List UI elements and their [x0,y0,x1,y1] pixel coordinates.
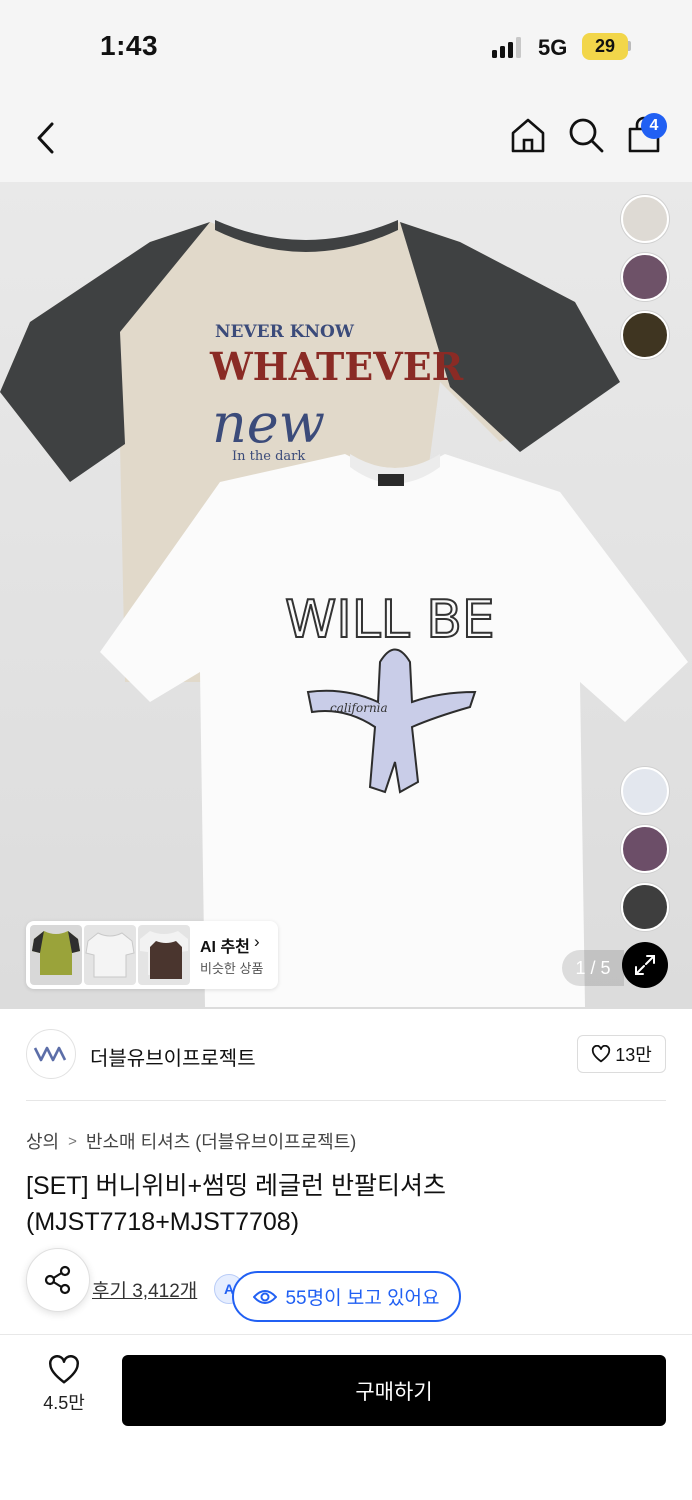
svg-text:california: california [330,701,388,715]
eye-icon [253,1289,278,1304]
svg-text:In the dark: In the dark [232,449,305,464]
home-icon[interactable] [508,115,548,155]
brand-row[interactable]: 더블유브이프로젝트 13만 [0,1009,692,1101]
ai-recommend-card[interactable]: AI 추천 › 비슷한 상품 [26,921,278,989]
svg-text:new: new [212,392,325,455]
reviews-link[interactable]: 후기 3,412개 [92,1276,197,1303]
product-title: [SET] 버니위비+썸띵 레글런 반팔티셔츠 (MJST7718+MJST77… [26,1172,446,1236]
cart-count-badge: 4 [641,113,667,139]
back-arrow-icon[interactable] [30,118,62,158]
color-swatch-white[interactable] [621,767,669,815]
heart-icon [592,1045,611,1063]
network-label: 5G [538,35,568,60]
product-image-gallery[interactable]: NEVER KNOW WHATEVER new In the dark WILL… [0,182,692,1009]
svg-text:WILL BE: WILL BE [285,590,495,650]
divider [26,1100,666,1101]
heart-icon [49,1355,79,1384]
signal-icon [492,36,521,58]
battery-level: 29 [594,36,616,56]
recommend-thumb-3 [138,925,190,985]
battery-icon: 29 [582,33,628,60]
breadcrumb-item-subcategory[interactable]: 반소매 티셔츠 (더블유브이프로젝트) [86,1128,356,1154]
color-swatch-charcoal[interactable] [621,883,669,931]
status-time: 1:43 [100,30,159,61]
status-bar: 1:43 5G 29 [0,0,692,95]
color-swatch-purple[interactable] [621,253,669,301]
breadcrumb-item-category[interactable]: 상의 [26,1128,59,1154]
bottom-bar-divider [0,1334,692,1335]
breadcrumb: 상의 > 반소매 티셔츠 (더블유브이프로젝트) [26,1128,356,1154]
top-nav [0,95,692,182]
brand-like-count: 13만 [615,1045,652,1065]
svg-text:NEVER KNOW: NEVER KNOW [215,322,355,342]
ai-recommend-subtitle: 비슷한 상품 [200,961,264,976]
brand-like-button[interactable]: 13만 [577,1035,666,1073]
search-icon[interactable] [566,115,606,155]
product-photo: NEVER KNOW WHATEVER new In the dark WILL… [0,220,688,1007]
battery-tip [628,41,631,51]
buy-button[interactable]: 구매하기 [122,1355,666,1426]
brand-name[interactable]: 더블유브이프로젝트 [90,1042,256,1071]
wishlist-button[interactable]: 4.5만 [26,1355,102,1427]
viewers-count-text: 55명이 보고 있어요 [285,1288,440,1309]
color-swatch-beige[interactable] [621,195,669,243]
svg-text:WHATEVER: WHATEVER [209,344,464,389]
color-swatch-plum[interactable] [621,825,669,873]
brand-logo[interactable] [26,1029,76,1079]
wishlist-count: 4.5만 [43,1393,85,1413]
recommend-thumb-2 [84,925,136,985]
share-button[interactable] [26,1248,90,1312]
chevron-right-icon: › [254,932,260,951]
chevron-right-icon: > [68,1132,77,1150]
recommend-thumb-1 [30,925,82,985]
expand-icon[interactable] [622,942,668,988]
viewers-count-pill: 55명이 보고 있어요 [232,1271,461,1322]
color-swatch-olive[interactable] [621,311,669,359]
image-page-indicator: 1 / 5 [562,950,624,986]
ai-recommend-title: AI 추천 [200,939,250,956]
share-icon [44,1265,71,1295]
